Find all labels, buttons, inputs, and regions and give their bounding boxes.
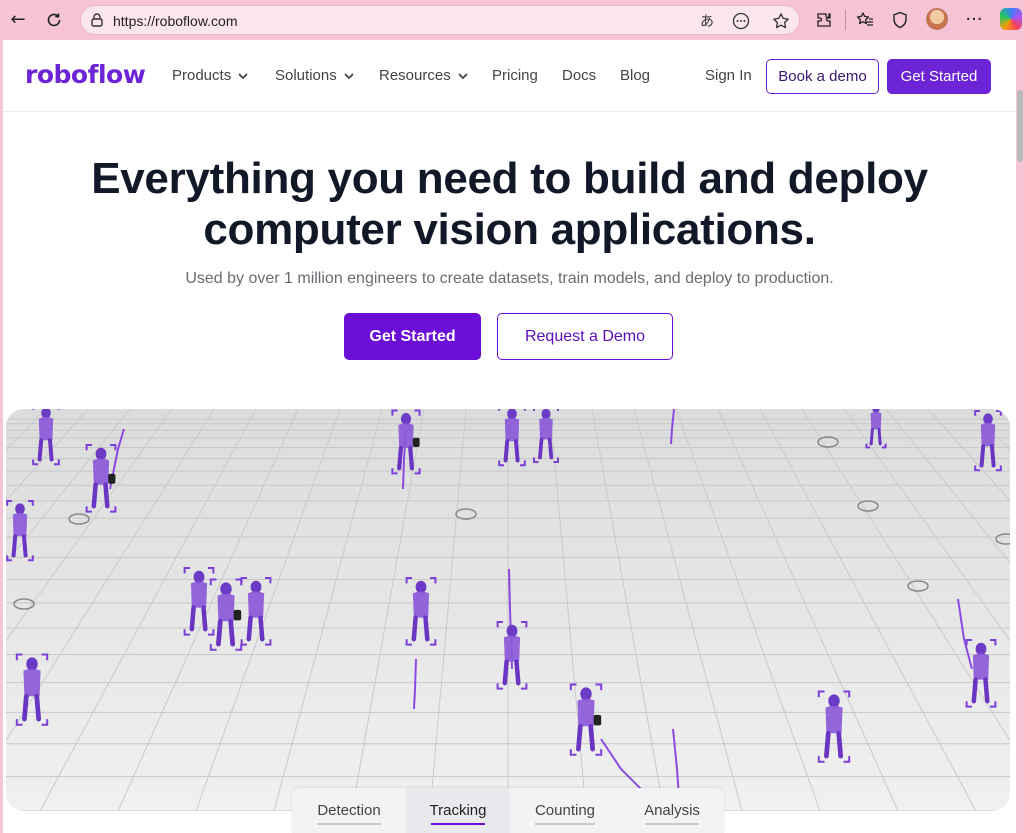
settings-more-icon[interactable]: ··· [960, 6, 988, 34]
scrollbar-track[interactable] [1016, 40, 1024, 833]
favorite-star-icon[interactable] [769, 9, 793, 33]
chevron-down-icon [458, 72, 468, 79]
url-text[interactable]: https://roboflow.com [113, 13, 238, 29]
nav-pricing[interactable]: Pricing [492, 67, 538, 84]
tab-tracking[interactable]: Tracking [406, 788, 510, 833]
extensions-icon[interactable] [810, 6, 838, 34]
scrollbar-thumb[interactable] [1017, 90, 1023, 162]
hero-subtitle: Used by over 1 million engineers to crea… [185, 270, 834, 287]
nav-resources[interactable]: Resources [379, 67, 469, 84]
tracking-demo-video[interactable] [6, 409, 1010, 811]
favorites-icon[interactable] [851, 6, 879, 34]
more-options-icon[interactable] [729, 9, 753, 33]
back-icon[interactable]: ← [4, 6, 32, 34]
tab-analysis[interactable]: Analysis [620, 788, 724, 833]
address-bar[interactable]: https://roboflow.com あ [80, 5, 800, 35]
nav-blog[interactable]: Blog [620, 67, 650, 84]
copilot-icon[interactable] [1000, 8, 1022, 30]
profile-avatar[interactable] [926, 8, 948, 30]
browser-toolbar: ← https://roboflow.com あ ··· [0, 0, 1024, 40]
shield-icon[interactable] [886, 6, 914, 34]
nav-products[interactable]: Products [172, 67, 249, 84]
demo-tabs: Detection Tracking Counting Analysis [292, 788, 724, 833]
chevron-down-icon [344, 72, 354, 79]
header-get-started-button[interactable]: Get Started [887, 59, 991, 94]
book-demo-button[interactable]: Book a demo [766, 59, 879, 94]
lock-icon[interactable] [89, 12, 105, 28]
chevron-down-icon [238, 72, 248, 79]
get-started-button[interactable]: Get Started [344, 313, 481, 360]
tab-counting[interactable]: Counting [510, 788, 620, 833]
tracking-scene [6, 409, 1010, 811]
web-page: roboflow Products Solutions Resources Pr… [3, 40, 1016, 833]
hero-heading: Everything you need to build and deploy … [91, 154, 928, 254]
request-demo-button[interactable]: Request a Demo [497, 313, 673, 360]
refresh-icon[interactable] [40, 6, 68, 34]
site-header: roboflow Products Solutions Resources Pr… [3, 40, 1016, 112]
tab-detection[interactable]: Detection [292, 788, 406, 833]
read-aloud-icon[interactable]: あ [695, 9, 719, 33]
sign-in-link[interactable]: Sign In [705, 67, 752, 84]
nav-solutions[interactable]: Solutions [275, 67, 355, 84]
roboflow-logo[interactable]: roboflow [25, 60, 146, 89]
nav-docs[interactable]: Docs [562, 67, 596, 84]
